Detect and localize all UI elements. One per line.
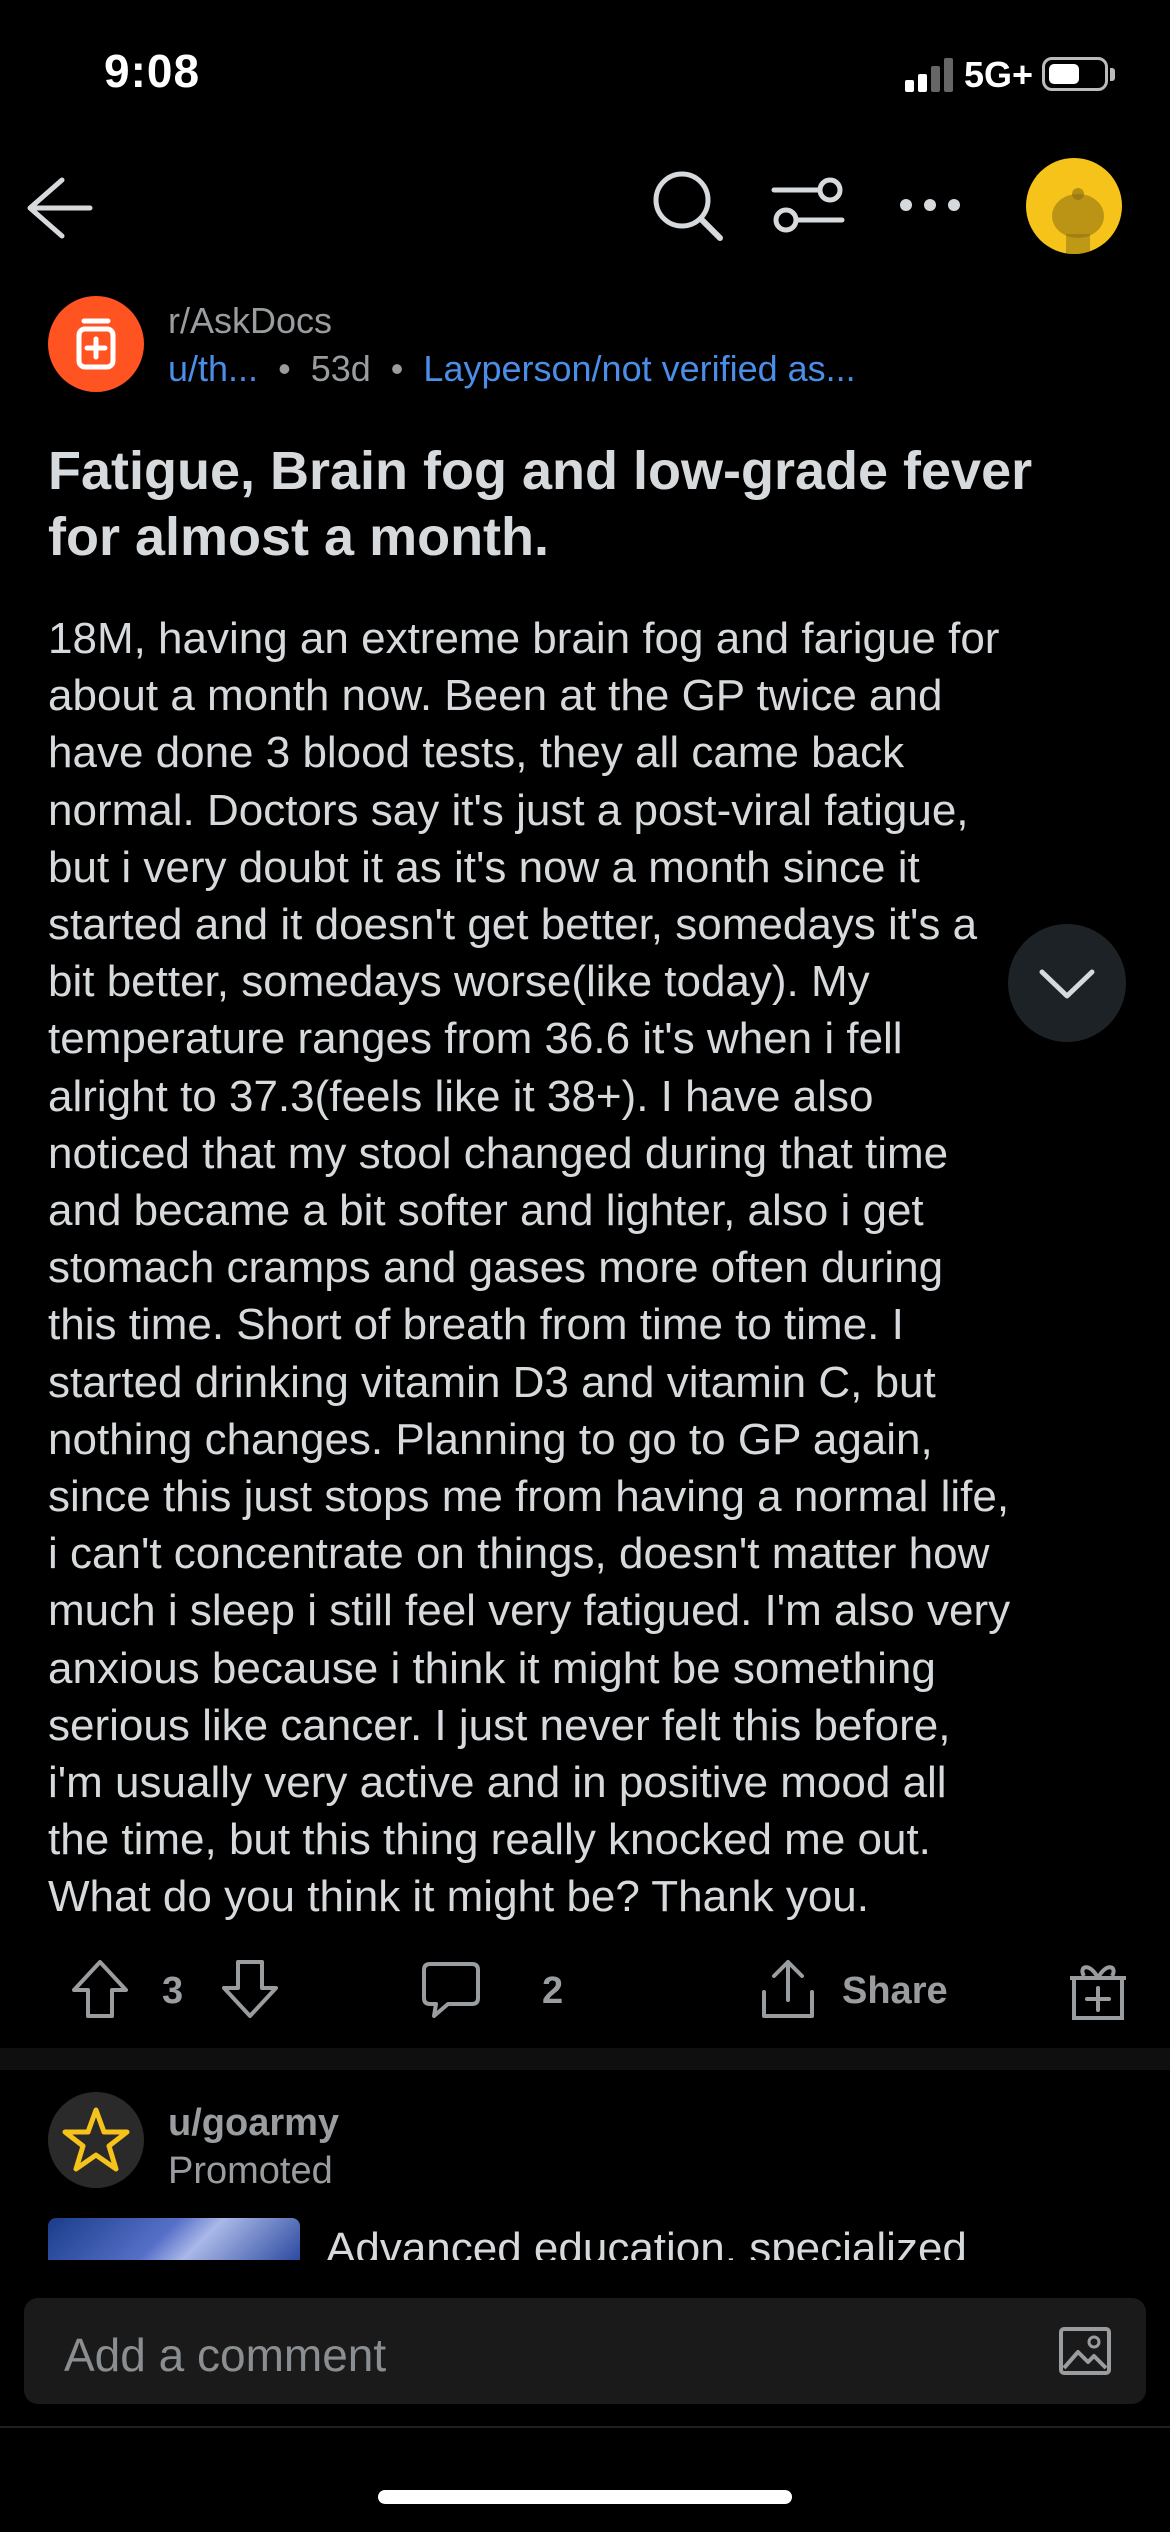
- body-line: this time. Short of breath from time to …: [48, 1300, 904, 1350]
- comment-icon[interactable]: [420, 1958, 482, 2020]
- body-line: much i sleep i still feel very fatigued.…: [48, 1586, 1011, 1636]
- upvote-icon[interactable]: [70, 1958, 130, 2020]
- body-line: stomach cramps and gases more often duri…: [48, 1243, 944, 1293]
- body-line: normal. Doctors say it's just a post-vir…: [48, 785, 969, 835]
- body-line: noticed that my stool changed during tha…: [48, 1128, 949, 1178]
- post-title-line: for almost a month.: [48, 507, 550, 567]
- back-arrow-icon[interactable]: [22, 172, 94, 244]
- body-line: started drinking vitamin D3 and vitamin …: [48, 1357, 936, 1407]
- promoted-user[interactable]: u/goarmy: [168, 2102, 339, 2145]
- body-line: What do you think it might be? Thank you…: [48, 1872, 869, 1922]
- status-time: 9:08: [104, 45, 201, 97]
- user-flair[interactable]: Layperson/not verified as...: [423, 348, 855, 389]
- body-line: nothing changes. Planning to go to GP ag…: [48, 1414, 933, 1464]
- promoted-thumbnail[interactable]: [48, 2218, 300, 2260]
- body-line: serious like cancer. I just never felt t…: [48, 1700, 951, 1750]
- search-icon[interactable]: [650, 168, 726, 244]
- promoted-text[interactable]: Advanced education, specialized: [326, 2222, 1126, 2260]
- comment-input[interactable]: Add a comment: [24, 2298, 1146, 2404]
- body-line: the time, but this thing really knocked …: [48, 1815, 931, 1865]
- chevron-down-icon: [1039, 969, 1095, 999]
- meta-separator: •: [278, 348, 291, 389]
- network-label: 5G+: [964, 54, 1034, 95]
- downvote-icon[interactable]: [220, 1958, 280, 2020]
- body-line: 18M, having an extreme brain fog and far…: [48, 614, 1000, 663]
- profile-avatar-icon[interactable]: [1026, 158, 1122, 254]
- body-line: started and it doesn't get better, somed…: [48, 900, 978, 950]
- body-line: i'm usually very active and in positive …: [48, 1758, 947, 1808]
- body-line: i can't concentrate on things, doesn't m…: [48, 1529, 990, 1579]
- battery-tip: [1110, 68, 1115, 81]
- body-line: have done 3 blood tests, they all came b…: [48, 728, 905, 778]
- post-title-line: Fatigue, Brain fog and low-grade fever: [48, 441, 1033, 501]
- status-bar: 9:08 5G+: [0, 0, 1170, 150]
- subreddit-name[interactable]: r/AskDocs: [168, 300, 332, 342]
- bottom-divider: [0, 2426, 1170, 2428]
- author-link[interactable]: u/th...: [168, 348, 258, 389]
- comment-count[interactable]: 2: [542, 1970, 563, 2013]
- award-gift-icon[interactable]: [1068, 1956, 1128, 2022]
- meta-separator: •: [390, 348, 404, 389]
- body-line: temperature ranges from 36.6 it's when i…: [48, 1014, 903, 1064]
- body-line: and became a bit softer and lighter, als…: [48, 1186, 924, 1236]
- more-options-icon[interactable]: [898, 196, 962, 214]
- promoted-label: Promoted: [168, 2150, 333, 2192]
- post-age: 53d: [310, 348, 371, 389]
- subreddit-icon[interactable]: [48, 296, 144, 392]
- vote-count: 3: [162, 1970, 184, 2012]
- signal-icon: [905, 56, 953, 92]
- body-line: alright to 37.3(feels like it 38+). I ha…: [48, 1071, 874, 1121]
- post-title: Fatigue, Brain fog and low-grade fever f…: [48, 438, 1128, 570]
- scroll-down-button[interactable]: [1008, 924, 1126, 1042]
- star-icon: [62, 2107, 130, 2172]
- post-body: 18M, having an extreme brain fog and far…: [48, 610, 1138, 1926]
- comment-placeholder: Add a comment: [64, 2329, 387, 2381]
- battery-icon: [1042, 57, 1108, 91]
- promoted-avatar[interactable]: [48, 2092, 144, 2188]
- body-line: about a month now. Been at the GP twice …: [48, 671, 943, 721]
- body-line: bit better, somedays worse(like today). …: [48, 957, 870, 1007]
- body-line: but i very doubt it as it's now a month …: [48, 842, 920, 892]
- share-button[interactable]: Share: [842, 1970, 948, 2013]
- sort-filter-icon[interactable]: [770, 172, 846, 238]
- body-line: anxious because i think it might be some…: [48, 1643, 936, 1693]
- post-meta: u/th... • 53d • Layperson/not verified a…: [168, 348, 856, 390]
- section-divider: [0, 2048, 1170, 2070]
- home-indicator[interactable]: [378, 2490, 792, 2504]
- share-icon[interactable]: [758, 1956, 818, 2022]
- nav-bar: [0, 150, 1170, 265]
- body-line: since this just stops me from having a n…: [48, 1472, 1010, 1522]
- image-attach-icon[interactable]: [1058, 2326, 1112, 2376]
